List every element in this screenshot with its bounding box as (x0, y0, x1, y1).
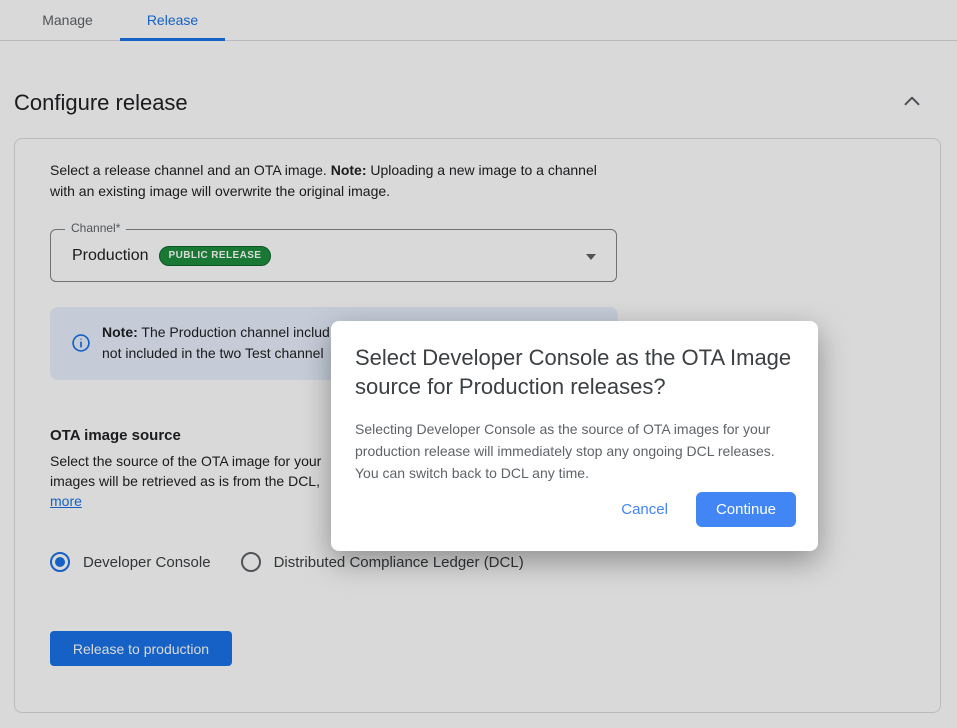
dialog-body-line-3: You can switch back to DCL any time. (355, 462, 794, 484)
dialog-body-line-2: production release will immediately stop… (355, 440, 794, 462)
dialog-title-line-2: source for Production releases? (355, 372, 794, 401)
dialog-body: Selecting Developer Console as the sourc… (355, 418, 794, 484)
dialog-actions: Cancel Continue (607, 492, 796, 527)
dialog-title: Select Developer Console as the OTA Imag… (355, 343, 794, 401)
confirmation-dialog: Select Developer Console as the OTA Imag… (331, 321, 818, 551)
cancel-button[interactable]: Cancel (607, 493, 682, 526)
dialog-title-line-1: Select Developer Console as the OTA Imag… (355, 343, 794, 372)
dialog-body-line-1: Selecting Developer Console as the sourc… (355, 418, 794, 440)
release-page: Manage Release Configure release Select … (0, 0, 957, 728)
continue-button[interactable]: Continue (696, 492, 796, 527)
